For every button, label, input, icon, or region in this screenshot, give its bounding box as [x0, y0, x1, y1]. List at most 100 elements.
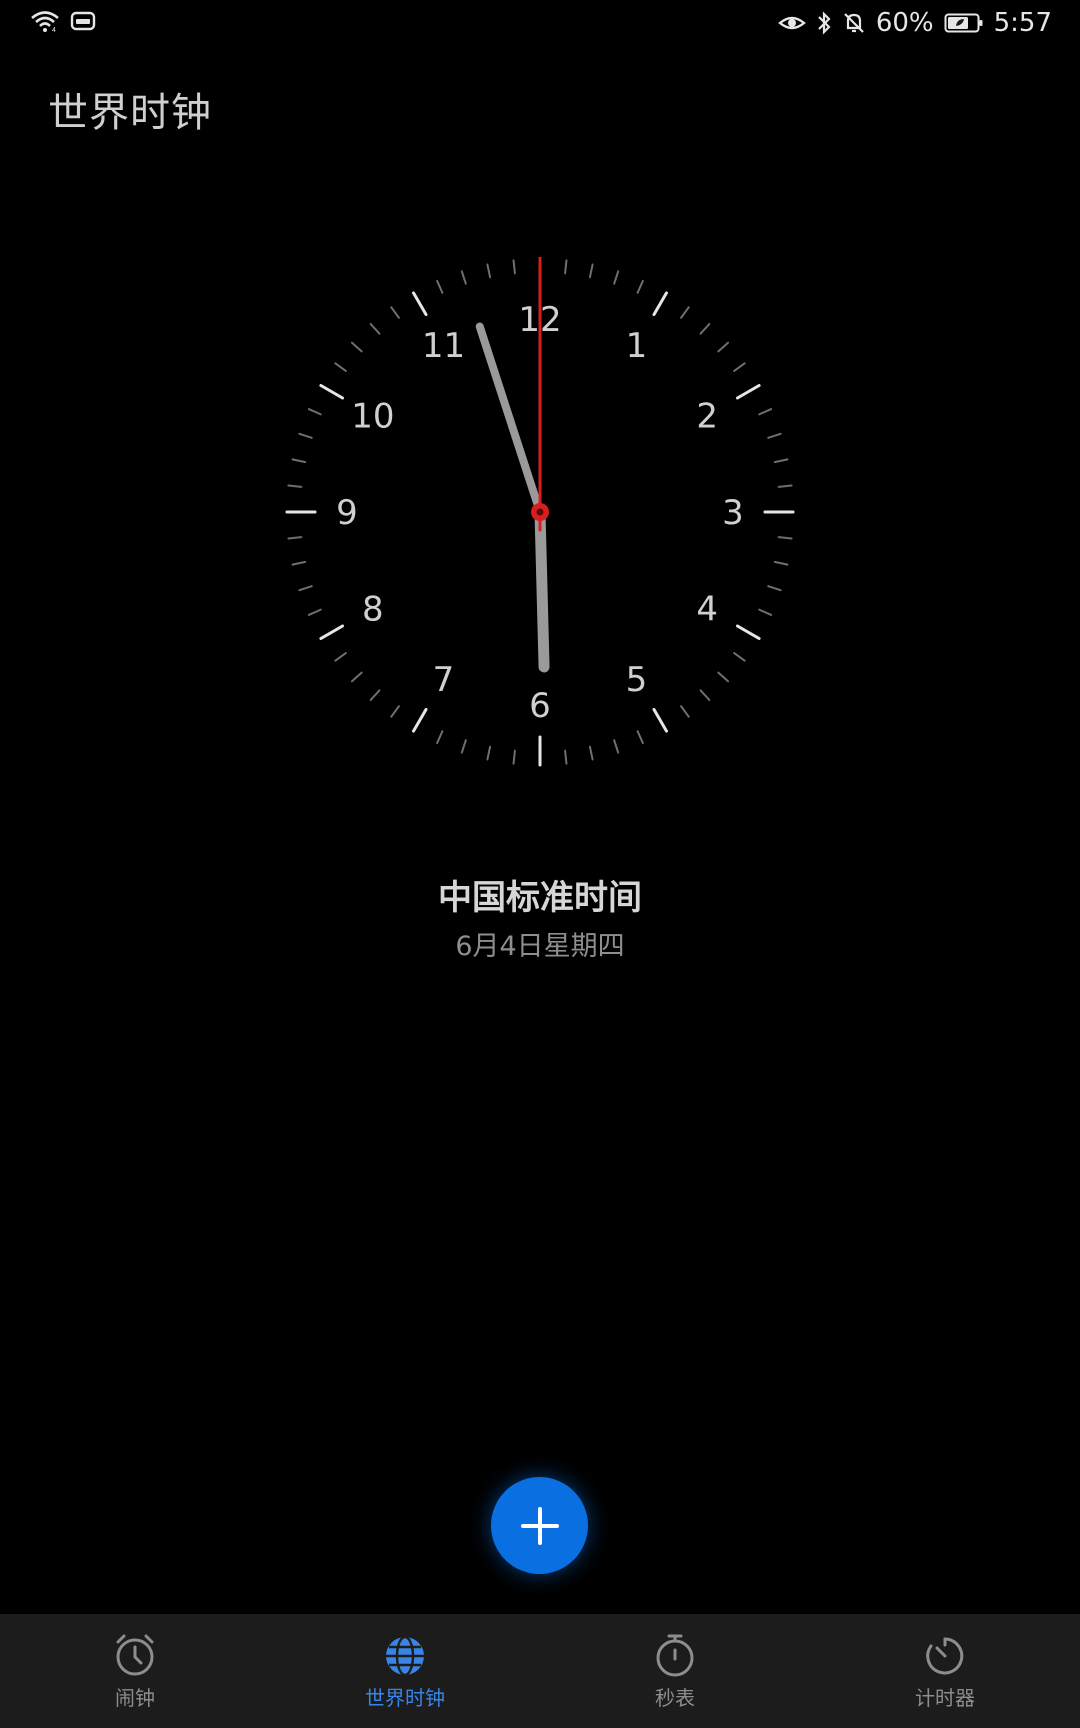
clock-numeral: 6: [529, 686, 551, 726]
minute-tick: [733, 362, 746, 372]
minute-tick: [680, 306, 690, 319]
svg-text:4: 4: [52, 27, 56, 32]
clock-numeral: 8: [362, 590, 384, 630]
minute-tick: [717, 341, 730, 353]
globe-icon: [382, 1632, 428, 1678]
minute-tick: [588, 263, 594, 279]
minute-tick: [350, 671, 363, 683]
timezone-name: 中国标准时间: [438, 878, 642, 918]
bottom-nav: 闹钟 世界时钟 秒表 计时器: [0, 1614, 1080, 1728]
status-time: 5:57: [993, 8, 1052, 38]
clock-numeral: 10: [351, 397, 394, 437]
minute-tick: [460, 270, 467, 285]
minute-tick: [777, 536, 793, 540]
hour-tick: [652, 291, 668, 317]
nav-label-alarm: 闹钟: [115, 1686, 155, 1710]
nav-stopwatch[interactable]: 秒表: [540, 1614, 810, 1728]
minute-tick: [512, 749, 516, 765]
plus-icon: [520, 1506, 560, 1546]
hour-tick: [319, 624, 345, 640]
nav-label-timer: 计时器: [915, 1686, 975, 1710]
clock-numeral: 4: [696, 590, 718, 630]
clock-numeral: 9: [336, 493, 358, 533]
minute-tick: [680, 705, 690, 718]
minute-tick: [350, 341, 363, 353]
minute-tick: [699, 322, 711, 335]
minute-tick: [291, 560, 307, 566]
minute-tick: [636, 279, 644, 294]
page-title: 世界时钟: [48, 90, 212, 136]
minute-tick: [287, 484, 303, 488]
clock-numeral: 11: [422, 326, 465, 366]
hour-tick: [412, 291, 428, 317]
minute-tick: [486, 263, 492, 279]
minute-tick: [298, 432, 313, 439]
minute-tick: [758, 608, 773, 616]
minute-tick: [717, 671, 730, 683]
minute-tick: [334, 652, 347, 662]
minute-tick: [767, 432, 782, 439]
minute-tick: [773, 458, 789, 464]
minute-tick: [564, 259, 568, 275]
clock-numeral: 1: [626, 326, 648, 366]
minute-tick: [767, 585, 782, 592]
minute-tick: [699, 689, 711, 702]
minute-hand: [475, 322, 544, 516]
analog-clock: 121234567891011: [285, 257, 795, 767]
hour-tick: [319, 384, 345, 400]
status-right: 60% 5:57: [777, 8, 1052, 38]
hour-tick: [735, 624, 761, 640]
minute-tick: [773, 560, 789, 566]
minute-tick: [636, 730, 644, 745]
minute-tick: [307, 608, 322, 616]
nav-timer[interactable]: 计时器: [810, 1614, 1080, 1728]
hour-tick: [412, 707, 428, 733]
minute-tick: [436, 730, 444, 745]
battery-percent: 60%: [875, 8, 934, 38]
minute-tick: [613, 270, 620, 285]
minute-tick: [460, 739, 467, 754]
minute-tick: [564, 749, 568, 765]
minute-tick: [390, 306, 400, 319]
minute-tick: [334, 362, 347, 372]
battery-icon: [944, 12, 984, 34]
bluetooth-icon: [816, 11, 832, 35]
status-left: 4: [30, 10, 96, 32]
nav-alarm[interactable]: 闹钟: [0, 1614, 270, 1728]
timezone-date: 6月4日星期四: [455, 931, 625, 962]
hour-tick: [652, 707, 668, 733]
minute-tick: [733, 652, 746, 662]
hour-hand: [534, 506, 550, 673]
hour-tick: [735, 384, 761, 400]
nav-world-clock[interactable]: 世界时钟: [270, 1614, 540, 1728]
clock-numeral: 7: [433, 660, 455, 700]
network-activity-icon: [70, 11, 96, 31]
stopwatch-icon: [652, 1632, 698, 1678]
alarm-clock-icon: [112, 1632, 158, 1678]
eye-comfort-icon: [777, 13, 806, 33]
nav-label-world-clock: 世界时钟: [365, 1686, 445, 1710]
minute-tick: [758, 408, 773, 416]
clock-numeral: 3: [722, 493, 744, 533]
wifi-icon: 4: [30, 10, 60, 32]
mute-bell-icon: [842, 11, 866, 35]
nav-label-stopwatch: 秒表: [655, 1686, 695, 1710]
status-bar: 4 60% 5:57: [0, 0, 1080, 50]
minute-tick: [436, 279, 444, 294]
minute-tick: [512, 259, 516, 275]
minute-tick: [369, 689, 381, 702]
minute-tick: [287, 536, 303, 540]
minute-tick: [369, 322, 381, 335]
minute-tick: [307, 408, 322, 416]
minute-tick: [291, 458, 307, 464]
minute-tick: [390, 705, 400, 718]
minute-tick: [298, 585, 313, 592]
minute-tick: [588, 745, 594, 761]
add-city-button[interactable]: [491, 1477, 588, 1574]
clock-numeral: 5: [626, 660, 648, 700]
timer-icon: [922, 1632, 968, 1678]
clock-numeral: 2: [696, 397, 718, 437]
minute-tick: [613, 739, 620, 754]
minute-tick: [777, 484, 793, 488]
clock-center-dot: [536, 508, 544, 516]
